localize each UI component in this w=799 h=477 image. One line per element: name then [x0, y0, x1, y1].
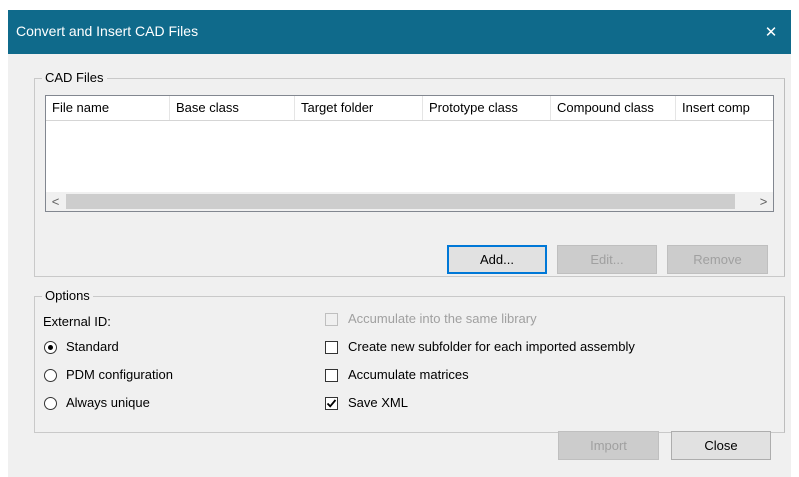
radio-standard-label[interactable]: Standard — [66, 339, 119, 354]
col-prototype-class[interactable]: Prototype class — [423, 96, 551, 120]
scroll-left-icon[interactable]: < — [46, 192, 65, 211]
title-bar: Convert and Insert CAD Files ✕ — [8, 10, 791, 54]
list-header: File name Base class Target folder Proto… — [46, 96, 773, 121]
radio-pdm-configuration[interactable] — [44, 369, 57, 382]
col-insert-comp[interactable]: Insert comp — [676, 96, 773, 120]
checkbox-new-subfolder[interactable] — [325, 341, 338, 354]
checkbox-accumulate-library[interactable] — [325, 313, 338, 326]
checkmark-icon — [326, 399, 337, 408]
col-compound-class[interactable]: Compound class — [551, 96, 676, 120]
options-group: Options External ID: Standard PDM config… — [34, 288, 785, 433]
add-button[interactable]: Add... — [447, 245, 547, 274]
cad-files-group: CAD Files File name Base class Target fo… — [34, 70, 785, 277]
cad-files-list[interactable]: File name Base class Target folder Proto… — [45, 95, 774, 212]
radio-pdm-configuration-label[interactable]: PDM configuration — [66, 367, 173, 382]
horizontal-scrollbar[interactable]: < > — [46, 192, 773, 211]
edit-button[interactable]: Edit... — [557, 245, 657, 274]
remove-button[interactable]: Remove — [667, 245, 768, 274]
convert-insert-dialog: Convert and Insert CAD Files ✕ CAD Files… — [8, 10, 791, 477]
close-icon[interactable]: ✕ — [751, 10, 791, 54]
close-button[interactable]: Close — [671, 431, 771, 460]
checkbox-accumulate-matrices-label[interactable]: Accumulate matrices — [348, 367, 469, 382]
checkbox-new-subfolder-label[interactable]: Create new subfolder for each imported a… — [348, 339, 635, 354]
import-button[interactable]: Import — [558, 431, 659, 460]
dialog-title: Convert and Insert CAD Files — [16, 23, 199, 39]
radio-standard[interactable] — [44, 341, 57, 354]
scroll-right-icon[interactable]: > — [754, 192, 773, 211]
radio-always-unique[interactable] — [44, 397, 57, 410]
scrollbar-thumb[interactable] — [66, 194, 735, 209]
checkbox-accumulate-library-label[interactable]: Accumulate into the same library — [348, 311, 537, 326]
checkbox-accumulate-matrices[interactable] — [325, 369, 338, 382]
options-legend: Options — [42, 288, 93, 303]
checkbox-save-xml-label[interactable]: Save XML — [348, 395, 408, 410]
checkbox-save-xml[interactable] — [325, 397, 338, 410]
col-target-folder[interactable]: Target folder — [295, 96, 423, 120]
cad-files-legend: CAD Files — [42, 70, 107, 85]
radio-always-unique-label[interactable]: Always unique — [66, 395, 150, 410]
external-id-label: External ID: — [43, 314, 111, 329]
col-base-class[interactable]: Base class — [170, 96, 295, 120]
col-file-name[interactable]: File name — [46, 96, 170, 120]
